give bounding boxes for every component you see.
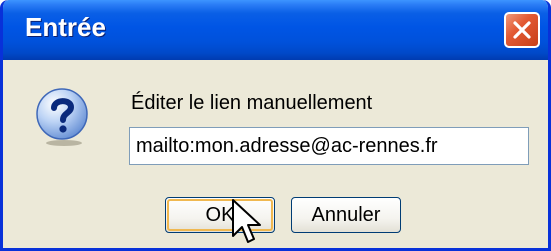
dialog-body: Éditer le lien manuellement OK Annuler	[3, 60, 548, 248]
link-url-input[interactable]	[129, 127, 529, 165]
cancel-button[interactable]: Annuler	[291, 197, 401, 233]
question-icon	[36, 88, 88, 146]
input-dialog: Entrée Éditer le lien manuellement OK	[0, 0, 551, 251]
dialog-title: Entrée	[25, 12, 106, 42]
prompt-label: Éditer le lien manuellement	[131, 92, 373, 114]
close-icon	[513, 21, 531, 39]
title-bar[interactable]: Entrée	[3, 0, 548, 60]
mouse-pointer-icon	[232, 199, 261, 243]
close-button[interactable]	[504, 12, 540, 48]
